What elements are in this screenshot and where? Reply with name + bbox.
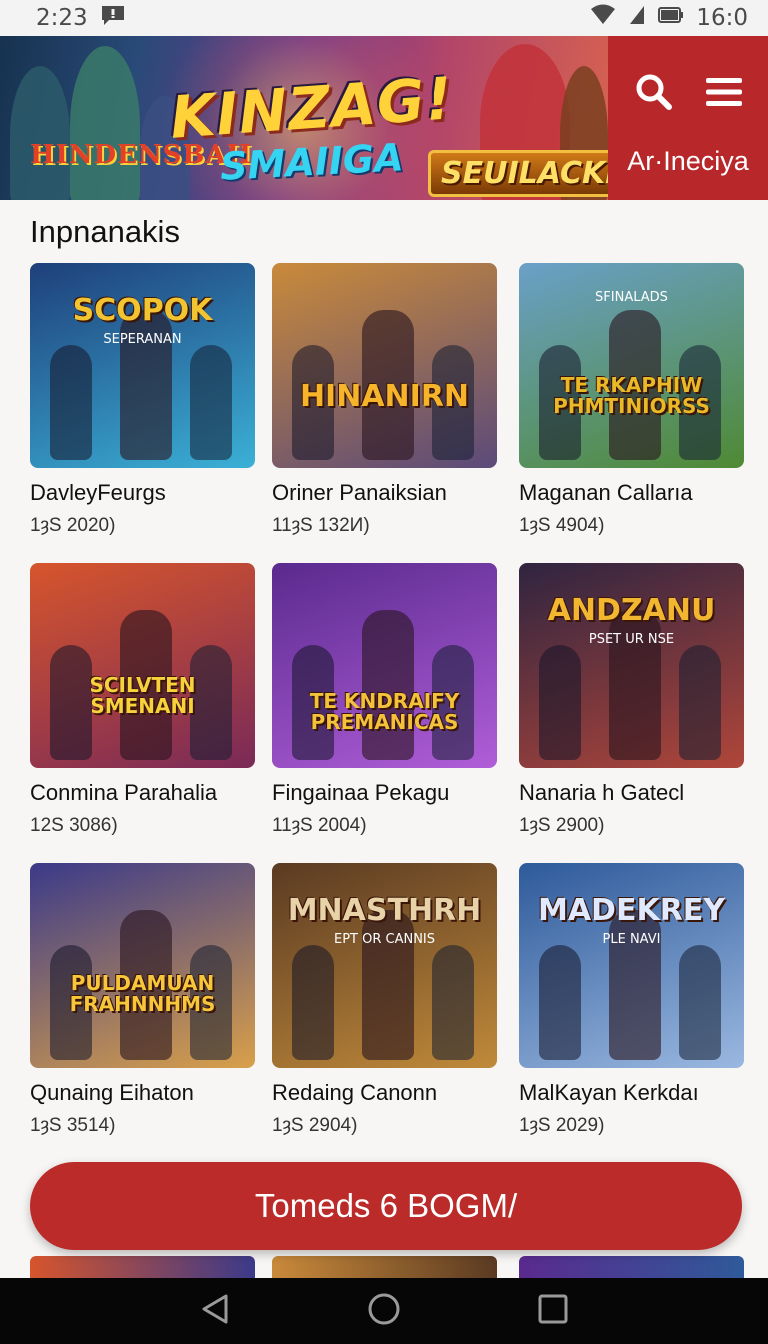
header-panel: Ar·Ineciya: [608, 36, 768, 200]
game-card[interactable]: MNASTHRH EPT OR CANNIS Redaing Canonn 1ȝS 2…: [272, 863, 497, 1137]
game-card[interactable]: SCOPOK SEPERANAN DavleyFeurgs 1ȝS 2020): [30, 263, 255, 537]
game-meta: 1ȝS 4904): [519, 515, 605, 536]
game-thumbnail[interactable]: TE RKAPHIW PHMTINIORSS SFINALADS: [519, 263, 744, 468]
signal-icon: [628, 4, 646, 32]
search-icon: [635, 73, 673, 116]
game-art-logo: TE KNDRAIFY PREMANICAS: [309, 689, 460, 734]
game-meta: 1ȝS 3514): [30, 1115, 116, 1136]
thumbnail-character: [292, 945, 334, 1060]
thumbnail-character: [539, 645, 581, 760]
game-card[interactable]: MADEKREY PLE NAVI MalKayan Kerkdaı 1ȝS 2029…: [519, 863, 744, 1137]
game-card[interactable]: HINANIRN Oriner Panaiksian 11ȝS 132И): [272, 263, 497, 537]
header-panel-label[interactable]: Ar·Ineciya: [608, 146, 768, 177]
next-row-peek: [30, 1256, 255, 1278]
game-art-subtitle: SEPERANAN: [103, 332, 182, 347]
status-time: 2:23: [36, 5, 88, 31]
game-card[interactable]: ANDZANU PSET UR NSE Nanaria h Gatecl 1ȝS 29…: [519, 563, 744, 837]
status-clock: 16:0: [696, 5, 748, 31]
game-meta: 11ȝS 2004): [272, 815, 367, 836]
game-meta: 1ȝS 2904): [272, 1115, 358, 1136]
navigation-bar: [0, 1278, 768, 1344]
hero-banner[interactable]: HINDENSBAH KINZAG! SMAIIGA SEUILACKI!: [0, 36, 608, 200]
game-thumbnail[interactable]: TE KNDRAIFY PREMANICAS: [272, 563, 497, 768]
game-art-logo: SCOPOK: [72, 293, 213, 328]
game-title[interactable]: Maganan Callarıa: [519, 480, 744, 506]
home-button[interactable]: [364, 1291, 404, 1331]
game-art-subtitle: EPT OR CANNIS: [333, 932, 436, 947]
game-thumbnail[interactable]: SCOPOK SEPERANAN: [30, 263, 255, 468]
game-thumbnail[interactable]: MADEKREY PLE NAVI: [519, 863, 744, 1068]
thumbnail-character: [432, 945, 474, 1060]
game-title[interactable]: MalKayan Kerkdaı: [519, 1080, 744, 1106]
game-card[interactable]: SCILVTEN SMENANI Conmina Parahalia 12S 308…: [30, 563, 255, 837]
thumbnail-character: [190, 345, 232, 460]
game-meta: 1ȝS 2029): [519, 1115, 605, 1136]
thumbnail-character: [362, 610, 414, 760]
game-meta: 1ȝS 2020): [30, 515, 116, 536]
game-art-logo: MADEKREY: [537, 893, 726, 928]
game-card[interactable]: TE RKAPHIW PHMTINIORSS SFINALADS Maganan C…: [519, 263, 744, 537]
game-title[interactable]: Qunaing Eihaton: [30, 1080, 255, 1106]
game-thumbnail[interactable]: SCILVTEN SMENANI: [30, 563, 255, 768]
game-meta: 11ȝS 132И): [272, 515, 370, 536]
game-art-subtitle: SFINALADS: [595, 290, 668, 305]
game-card[interactable]: TE KNDRAIFY PREMANICAS Fingainaa Pekagu 11…: [272, 563, 497, 837]
game-card[interactable]: PULDAMUAN FRAHNNHMS Qunaing Eihaton 1ȝS 35…: [30, 863, 255, 1137]
game-thumbnail[interactable]: MNASTHRH EPT OR CANNIS: [272, 863, 497, 1068]
thumbnail-character: [50, 345, 92, 460]
back-button[interactable]: [195, 1291, 235, 1331]
game-art-logo: ANDZANU: [547, 593, 716, 628]
game-title[interactable]: Oriner Panaiksian: [272, 480, 497, 506]
home-icon: [367, 1292, 401, 1331]
wifi-icon: [590, 4, 616, 32]
next-row-peek: [519, 1256, 744, 1278]
game-title[interactable]: Redaing Canonn: [272, 1080, 497, 1106]
banner-badge: SEUILACKI!: [428, 150, 608, 197]
recents-icon: [538, 1294, 568, 1329]
battery-icon: [658, 5, 684, 31]
thumbnail-character: [679, 945, 721, 1060]
menu-button[interactable]: [696, 66, 752, 122]
status-bar: 2:23 16:0: [0, 0, 768, 36]
recents-button[interactable]: [533, 1291, 573, 1331]
section-title: Inpnanakis: [30, 214, 180, 249]
game-title[interactable]: Nanaria h Gatecl: [519, 780, 744, 806]
game-thumbnail[interactable]: PULDAMUAN FRAHNNHMS: [30, 863, 255, 1068]
game-art-logo: PULDAMUAN FRAHNNHMS: [69, 971, 216, 1016]
game-meta: 1ȝS 2900): [519, 815, 605, 836]
game-title[interactable]: DavleyFeurgs: [30, 480, 255, 506]
thumbnail-character: [539, 945, 581, 1060]
game-thumbnail[interactable]: ANDZANU PSET UR NSE: [519, 563, 744, 768]
game-art-logo: SCILVTEN SMENANI: [89, 673, 196, 718]
search-button[interactable]: [626, 66, 682, 122]
game-art-logo: HINANIRN: [299, 379, 470, 414]
back-icon: [200, 1293, 230, 1330]
game-art-subtitle: PLE NAVI: [602, 932, 661, 947]
banner-character: [70, 46, 140, 200]
game-art-subtitle: PSET UR NSE: [588, 632, 675, 647]
hamburger-menu-icon: [706, 77, 742, 112]
message-icon: [100, 4, 126, 32]
next-row-peek: [272, 1256, 497, 1278]
cta-button[interactable]: Tomeds 6 BOGM/: [30, 1162, 742, 1250]
game-art-logo: MNASTHRH: [287, 893, 482, 928]
game-thumbnail[interactable]: HINANIRN: [272, 263, 497, 468]
game-title[interactable]: Conmina Parahalia: [30, 780, 255, 806]
game-meta: 12S 3086): [30, 815, 118, 836]
game-art-logo: TE RKAPHIW PHMTINIORSS: [553, 373, 710, 418]
game-title[interactable]: Fingainaa Pekagu: [272, 780, 497, 806]
thumbnail-character: [679, 645, 721, 760]
banner-character: [10, 66, 70, 200]
